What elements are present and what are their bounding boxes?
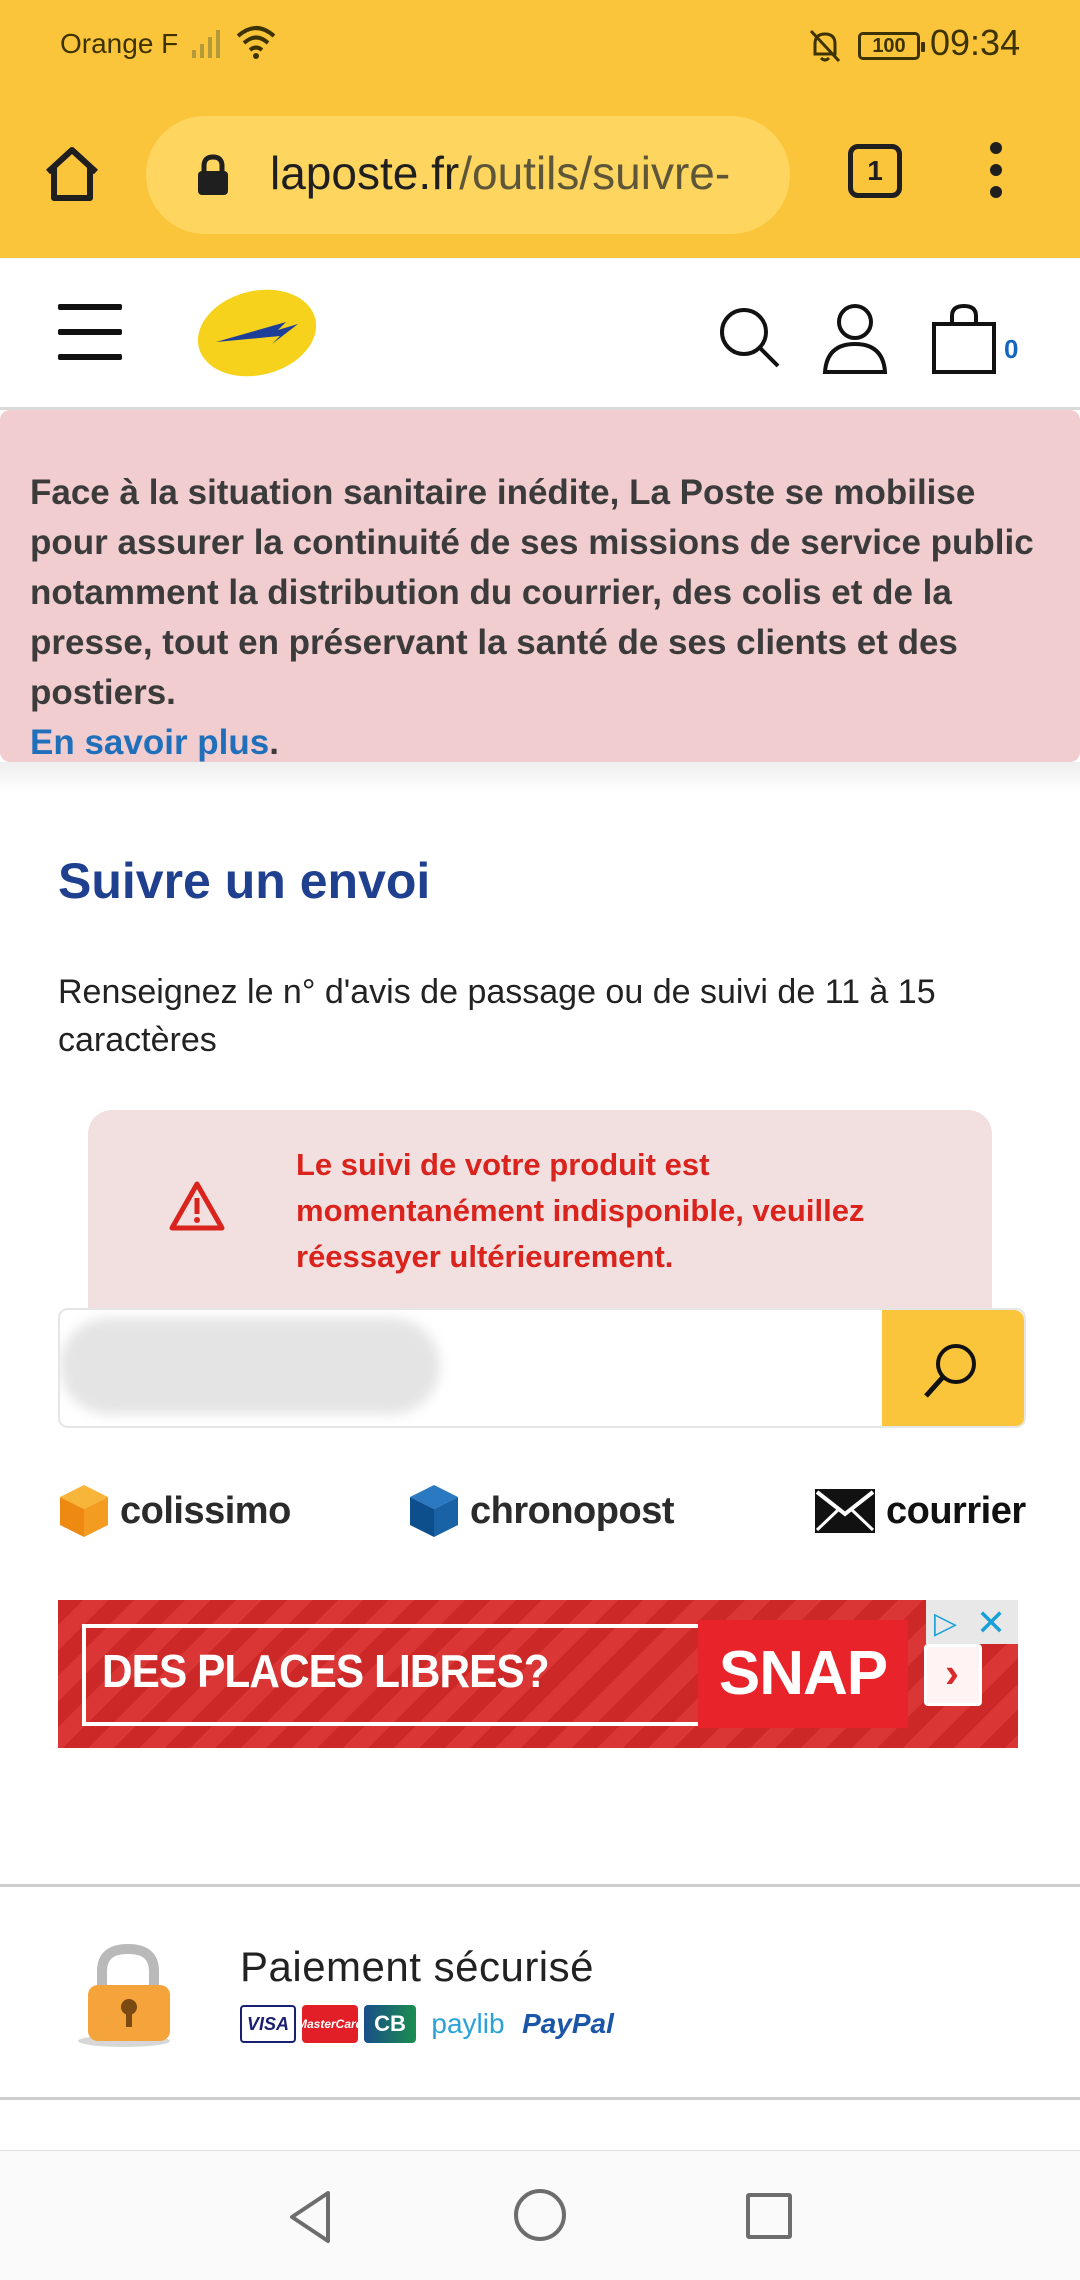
signal-icon bbox=[192, 30, 220, 58]
laposte-logo[interactable] bbox=[194, 286, 320, 380]
battery-indicator: 100 bbox=[858, 32, 925, 60]
tracking-instructions: Renseignez le n° d'avis de passage ou de… bbox=[58, 973, 936, 1059]
tab-switcher-button[interactable]: 1 bbox=[848, 144, 902, 198]
error-message: Le suivi de votre produit est momentaném… bbox=[296, 1147, 865, 1274]
search-icon bbox=[924, 1344, 976, 1398]
more-vert-icon[interactable] bbox=[984, 142, 1008, 202]
paypal-logo: PayPal bbox=[522, 2008, 614, 2039]
learn-more-link[interactable]: En savoir plus bbox=[30, 723, 269, 762]
redacted-tracking-number bbox=[60, 1318, 440, 1414]
url-domain: laposte.fr bbox=[270, 147, 460, 199]
ad-choices[interactable]: ▷ ✕ bbox=[926, 1600, 1018, 1644]
home-nav-icon[interactable] bbox=[514, 2189, 566, 2241]
adchoices-icon[interactable]: ▷ bbox=[934, 1606, 957, 1641]
system-nav-bar bbox=[0, 2150, 1080, 2280]
search-icon[interactable] bbox=[716, 304, 782, 370]
carrier-logos: colissimo chronopost courrier bbox=[58, 1476, 1026, 1546]
envelope-icon bbox=[815, 1489, 875, 1533]
recents-icon[interactable] bbox=[746, 2193, 792, 2239]
covid-message-block: Face à la situation sanitaire inédite, L… bbox=[30, 468, 1050, 768]
divider-shadow bbox=[0, 762, 1080, 792]
site-header: 0 bbox=[0, 258, 1080, 410]
colissimo-box-icon bbox=[60, 1485, 108, 1537]
url-bar[interactable]: laposte.fr/outils/suivre- bbox=[146, 116, 790, 234]
paylib-logo: paylib bbox=[431, 2008, 505, 2039]
ad-brand: SNAP bbox=[698, 1620, 908, 1728]
courrier-label: courrier bbox=[886, 1489, 1026, 1532]
cart-icon[interactable] bbox=[930, 302, 1000, 376]
bell-muted-icon bbox=[809, 29, 841, 63]
close-icon[interactable]: ✕ bbox=[976, 1602, 1006, 1644]
cb-logo: CB bbox=[364, 2005, 416, 2043]
home-icon[interactable] bbox=[40, 142, 104, 206]
status-time: 09:34 bbox=[930, 22, 1021, 63]
chronopost-logo[interactable]: chronopost bbox=[408, 1476, 674, 1546]
url-text: laposte.fr/outils/suivre- bbox=[270, 146, 730, 200]
mastercard-logo: MasterCard bbox=[297, 2005, 363, 2043]
visa-logo: VISA bbox=[240, 2005, 296, 2043]
hamburger-icon[interactable] bbox=[58, 304, 122, 360]
lock-icon bbox=[198, 154, 228, 195]
covid-message: Face à la situation sanitaire inédite, L… bbox=[30, 473, 1034, 712]
payment-title: Paiement sécurisé bbox=[240, 1943, 594, 1990]
ad-headline: DES PLACES LIBRES? bbox=[102, 1645, 550, 1697]
payment-methods: VISA MasterCard CB paylib PayPal bbox=[240, 2005, 622, 2043]
covid-period: . bbox=[269, 723, 279, 762]
warning-icon bbox=[169, 1181, 225, 1231]
ad-banner[interactable]: DES PLACES LIBRES? SNAP ▷ ✕ bbox=[58, 1600, 1018, 1748]
courrier-logo[interactable]: courrier bbox=[814, 1476, 1026, 1546]
covid-banner: Face à la situation sanitaire inédite, L… bbox=[0, 410, 1080, 762]
colissimo-label: colissimo bbox=[120, 1489, 291, 1532]
chronopost-label: chronopost bbox=[470, 1489, 674, 1532]
padlock-icon bbox=[78, 1943, 170, 2047]
chronopost-box-icon bbox=[410, 1485, 458, 1537]
search-submit-button[interactable] bbox=[882, 1310, 1024, 1426]
user-icon[interactable] bbox=[822, 302, 888, 374]
tracking-number-input[interactable] bbox=[58, 1308, 1026, 1428]
wifi-icon bbox=[236, 26, 276, 59]
error-alert: Le suivi de votre produit est momentaném… bbox=[88, 1110, 992, 1310]
secure-payment-section: Paiement sécurisé VISA MasterCard CB pay… bbox=[0, 1884, 1080, 2100]
browser-toolbar: laposte.fr/outils/suivre- 1 bbox=[0, 92, 1080, 258]
carrier-name: Orange F bbox=[60, 28, 179, 59]
cart-count: 0 bbox=[1004, 334, 1019, 364]
status-bar: Orange F 100 09:34 bbox=[0, 0, 1080, 92]
browser-chrome: Orange F 100 09:34 laposte.fr/outils/sui… bbox=[0, 0, 1080, 258]
back-icon[interactable] bbox=[286, 2189, 334, 2245]
url-path: /outils/suivre- bbox=[459, 147, 731, 199]
ad-arrow-icon[interactable] bbox=[924, 1644, 982, 1706]
page-title: Suivre un envoi bbox=[58, 853, 431, 909]
colissimo-logo[interactable]: colissimo bbox=[58, 1476, 291, 1546]
